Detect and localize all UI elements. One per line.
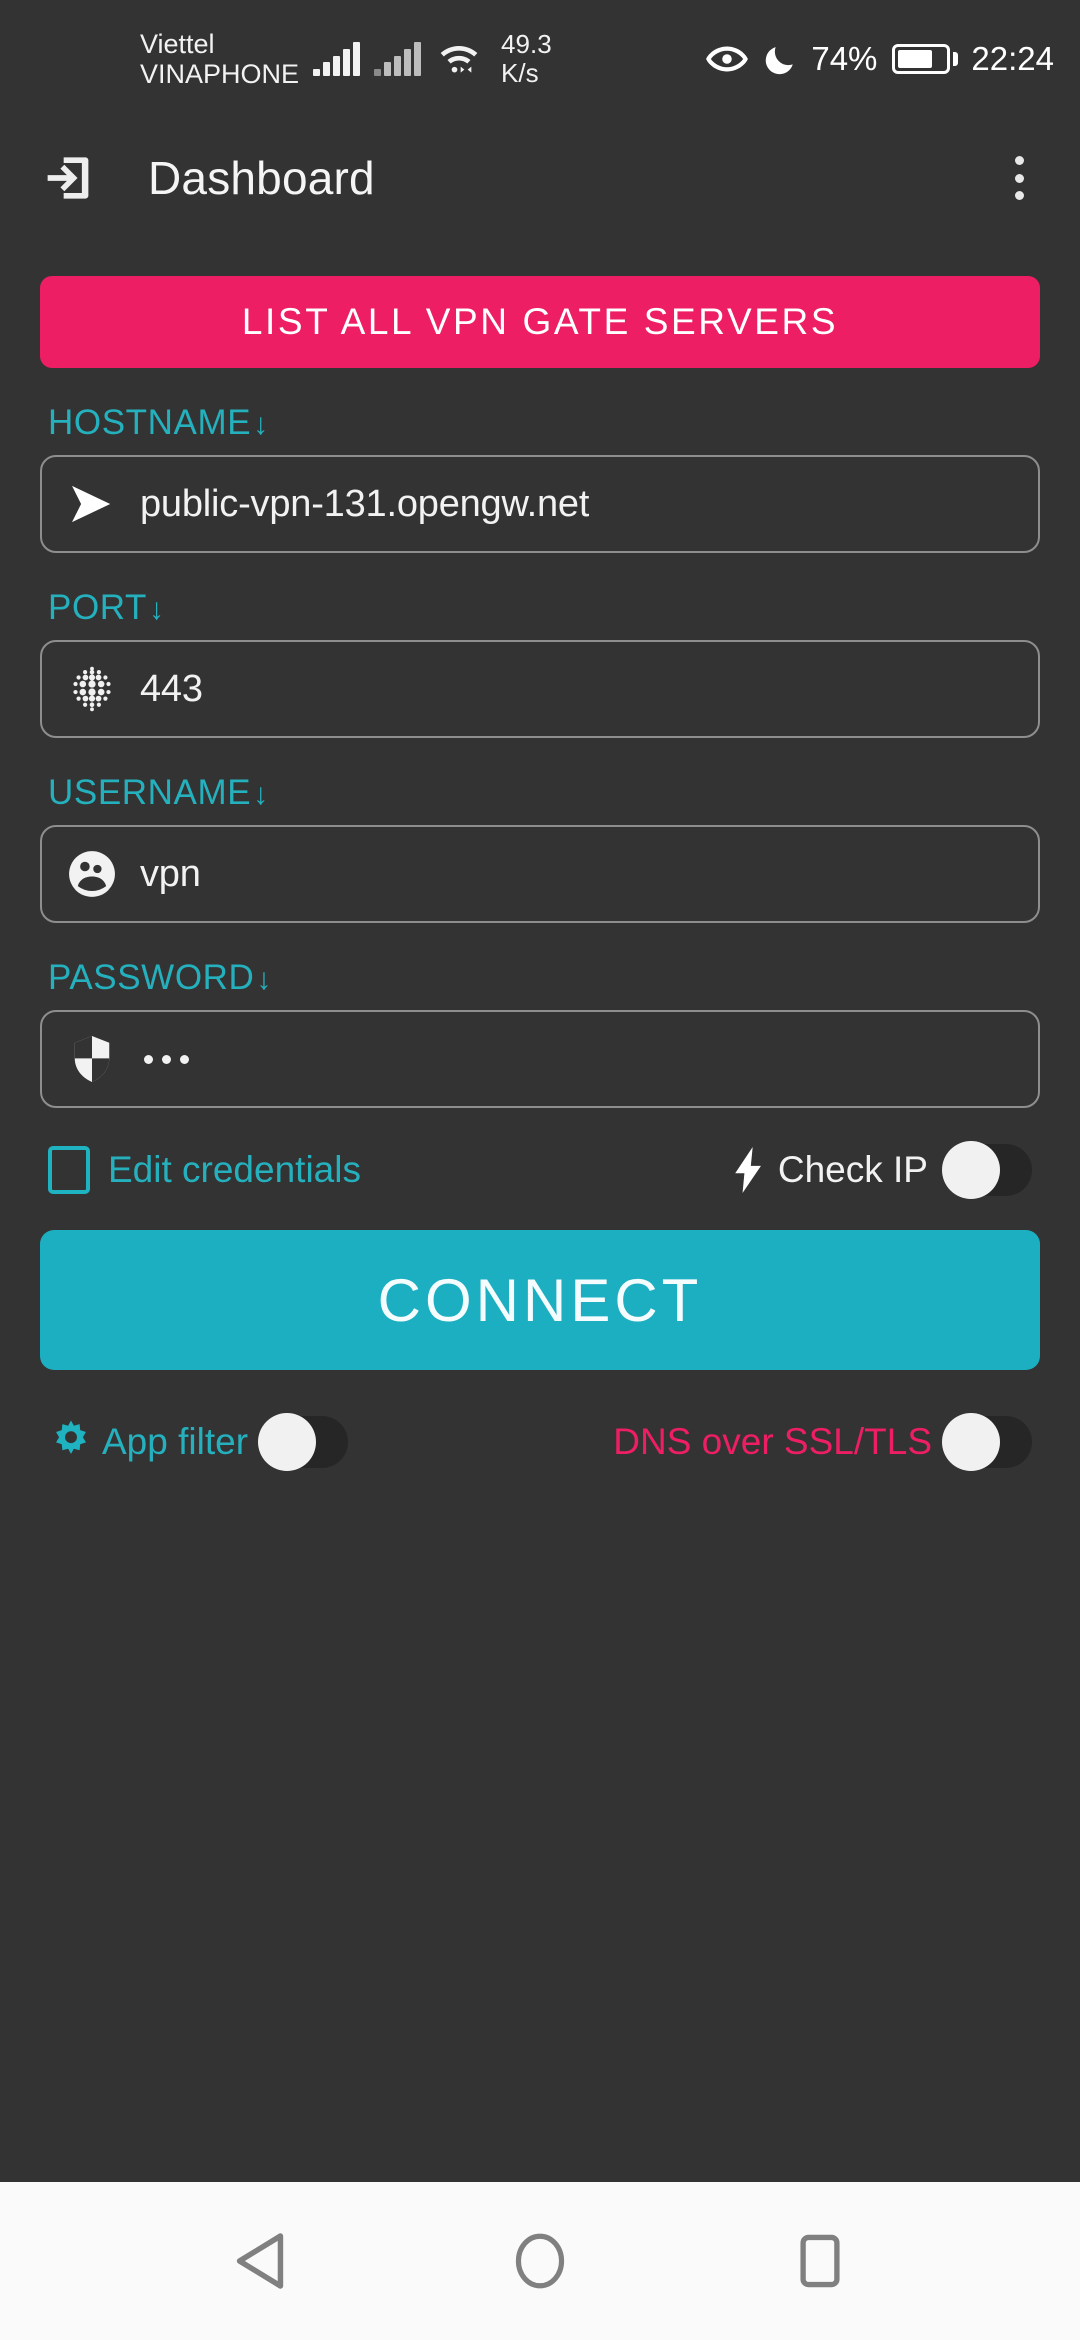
overflow-menu-icon[interactable]: [994, 152, 1044, 204]
clock-label: 22:24: [971, 40, 1054, 77]
signal-strength-icon-sim2: [374, 42, 422, 76]
port-label-text: PORT: [48, 588, 147, 627]
moon-icon: [766, 47, 794, 75]
checkbox-box-icon[interactable]: [48, 1146, 90, 1194]
list-all-vpn-gate-servers-button[interactable]: LIST ALL VPN GATE SERVERS: [40, 276, 1040, 368]
hostname-label-text: HOSTNAME: [48, 403, 252, 442]
app-filter-label: App filter: [102, 1421, 249, 1462]
down-arrow-icon: ↓: [253, 778, 269, 811]
hostname-label: HOSTNAME ↓: [48, 403, 1040, 443]
home-circle-icon[interactable]: [508, 2229, 572, 2293]
login-arrow-icon[interactable]: [42, 152, 94, 204]
status-bar: Viettel VINAPHONE 49.3 K/s 74% 22:24: [0, 0, 1080, 118]
signal-strength-icon-sim1: [313, 42, 361, 76]
app-filter-control[interactable]: App filter: [48, 1413, 349, 1471]
network-speed: 49.3 K/s: [501, 28, 552, 88]
phone-screen: Viettel VINAPHONE 49.3 K/s 74% 22:24 Das…: [0, 0, 1080, 2340]
carrier-line-1: Viettel: [140, 28, 215, 59]
connect-button[interactable]: CONNECT: [40, 1230, 1040, 1370]
password-label: PASSWORD ↓: [48, 958, 1040, 998]
password-field[interactable]: [40, 1010, 1040, 1108]
username-label: USERNAME ↓: [48, 773, 1040, 813]
check-ip-toggle[interactable]: [942, 1141, 1032, 1199]
edit-credentials-label: Edit credentials: [108, 1149, 361, 1190]
port-value: 443: [140, 667, 203, 710]
username-value: vpn: [140, 852, 201, 895]
bottom-toggles-row: App filter DNS over SSL/TLS: [40, 1413, 1040, 1471]
password-value: [140, 1054, 189, 1064]
group-icon: [66, 848, 118, 900]
battery-icon: [892, 44, 959, 74]
dot-grid-icon: [66, 663, 118, 715]
gear-icon: [56, 1420, 86, 1454]
bolt-icon: [735, 1147, 761, 1193]
down-arrow-icon: ↓: [256, 963, 273, 996]
send-icon: [66, 478, 118, 530]
status-bar-right: 74% 22:24: [705, 40, 1054, 78]
network-speed-unit: K/s: [501, 58, 539, 88]
down-arrow-icon: ↓: [253, 408, 269, 441]
recents-square-icon[interactable]: [788, 2229, 852, 2293]
app-filter-toggle[interactable]: [258, 1413, 349, 1471]
hostname-field[interactable]: public-vpn-131.opengw.net: [40, 455, 1040, 553]
page-title: Dashboard: [148, 152, 375, 204]
back-triangle-icon[interactable]: [228, 2229, 292, 2293]
username-label-text: USERNAME: [48, 773, 252, 812]
dns-over-ssl-toggle[interactable]: [942, 1413, 1032, 1471]
check-ip-label: Check IP: [777, 1149, 928, 1190]
shield-icon: [66, 1033, 118, 1085]
username-field[interactable]: vpn: [40, 825, 1040, 923]
main-content: LIST ALL VPN GATE SERVERS HOSTNAME ↓ pub…: [0, 238, 1080, 2182]
app-bar: Dashboard: [0, 118, 1080, 238]
password-label-text: PASSWORD: [48, 958, 255, 997]
port-field[interactable]: 443: [40, 640, 1040, 738]
options-row: Edit credentials Check IP: [40, 1141, 1040, 1199]
edit-credentials-checkbox[interactable]: Edit credentials: [48, 1146, 361, 1194]
system-navigation-bar: [0, 2182, 1080, 2340]
battery-percent-label: 74%: [811, 40, 878, 77]
dns-over-ssl-control[interactable]: DNS over SSL/TLS: [613, 1413, 1032, 1471]
network-speed-value: 49.3: [501, 28, 552, 59]
eye-icon: [706, 46, 749, 72]
status-bar-left: Viettel VINAPHONE 49.3 K/s: [140, 29, 552, 89]
check-ip-control[interactable]: Check IP: [732, 1141, 1032, 1199]
carrier-names: Viettel VINAPHONE: [140, 29, 299, 89]
dns-over-ssl-label: DNS over SSL/TLS: [613, 1421, 932, 1462]
port-label: PORT ↓: [48, 588, 1040, 628]
hostname-value: public-vpn-131.opengw.net: [140, 482, 590, 525]
carrier-line-2: VINAPHONE: [140, 59, 300, 89]
down-arrow-icon: ↓: [149, 593, 165, 626]
wifi-icon: [440, 46, 478, 73]
